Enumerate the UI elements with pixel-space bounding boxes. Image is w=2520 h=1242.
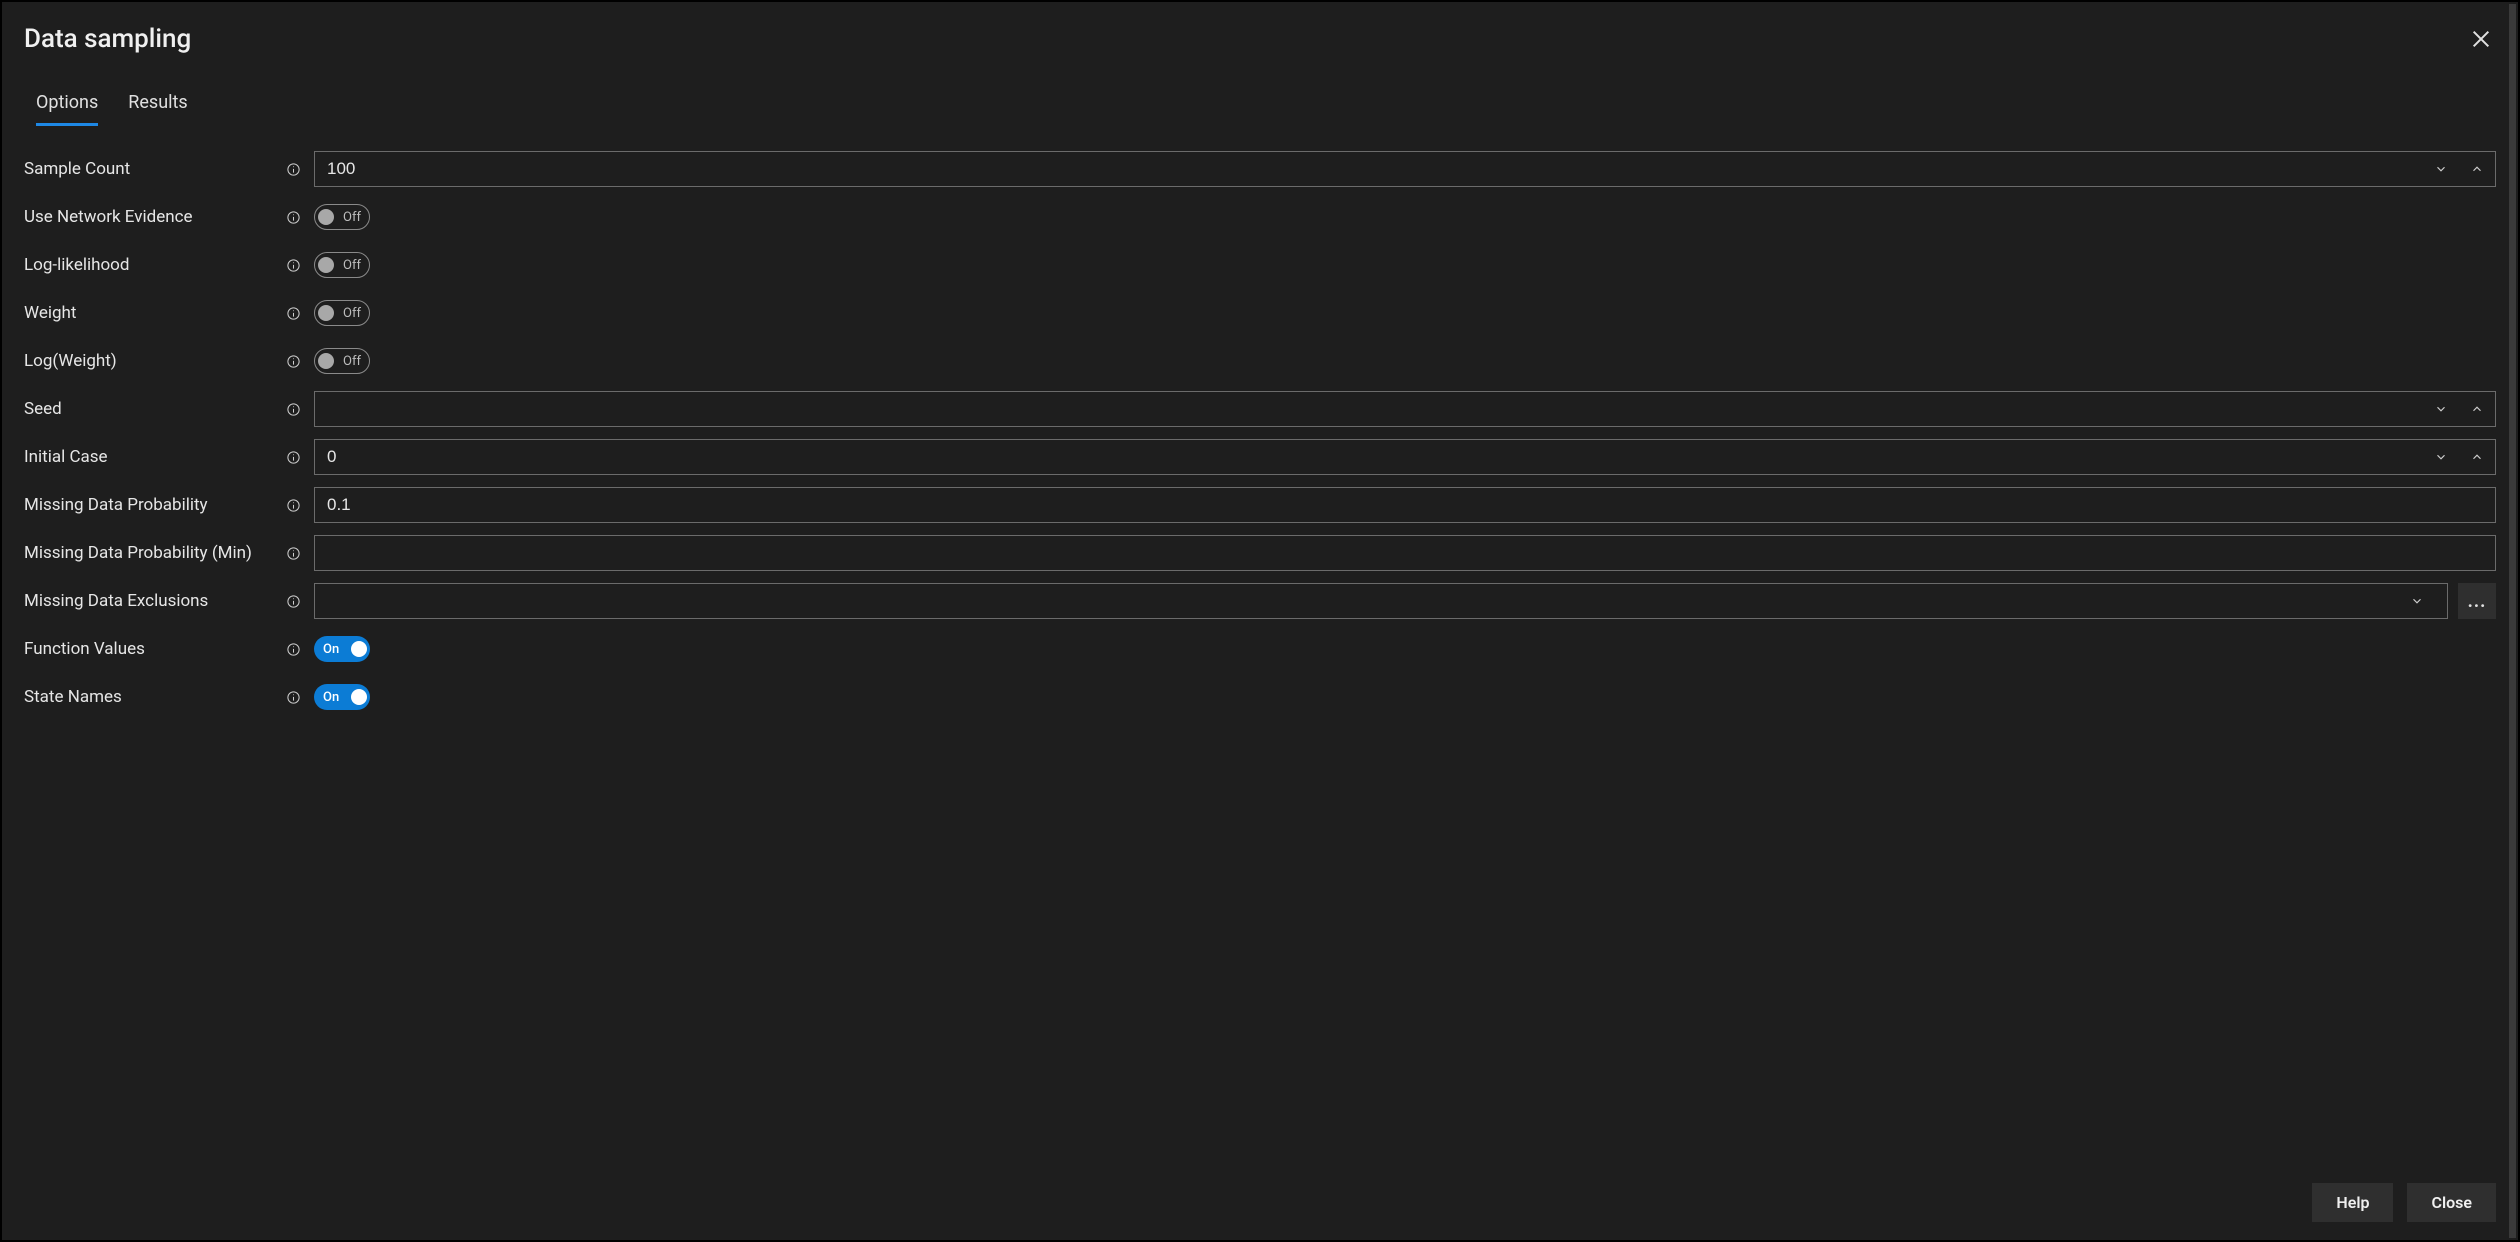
log-likelihood-toggle[interactable]: Off [314,252,370,278]
function-values-label: Function Values [24,639,286,659]
dialog-title: Data sampling [24,24,2496,54]
vertical-scrollbar[interactable] [2509,4,2516,1238]
options-form: Sample Count Use Network Evidence Off [24,146,2496,720]
missing-prob-input[interactable] [315,488,2495,522]
info-icon[interactable] [286,210,314,225]
info-icon[interactable] [286,498,314,513]
missing-exclusions-browse-button[interactable]: ... [2458,583,2496,619]
sample-count-input-wrap [314,151,2496,187]
info-icon[interactable] [286,642,314,657]
state-names-label: State Names [24,687,286,707]
weight-toggle[interactable]: Off [314,300,370,326]
missing-exclusions-dropdown[interactable] [314,583,2448,619]
missing-prob-input-wrap [314,487,2496,523]
weight-label: Weight [24,303,286,323]
close-icon[interactable] [2470,28,2492,55]
missing-exclusions-label: Missing Data Exclusions [24,591,286,611]
log-weight-toggle[interactable]: Off [314,348,370,374]
sample-count-step-up[interactable] [2459,152,2495,186]
missing-prob-min-input[interactable] [315,536,2495,570]
info-icon[interactable] [286,258,314,273]
tab-options[interactable]: Options [36,92,98,126]
initial-case-label: Initial Case [24,447,286,467]
missing-prob-min-input-wrap [314,535,2496,571]
seed-step-down[interactable] [2423,392,2459,426]
state-names-toggle[interactable]: On [314,684,370,710]
info-icon[interactable] [286,594,314,609]
initial-case-step-down[interactable] [2423,440,2459,474]
chevron-down-icon [2399,594,2435,608]
log-likelihood-label: Log-likelihood [24,255,286,275]
initial-case-input[interactable] [315,440,2423,474]
seed-step-up[interactable] [2459,392,2495,426]
seed-input[interactable] [315,392,2423,426]
use-network-evidence-toggle[interactable]: Off [314,204,370,230]
initial-case-step-up[interactable] [2459,440,2495,474]
info-icon[interactable] [286,162,314,177]
function-values-toggle[interactable]: On [314,636,370,662]
info-icon[interactable] [286,546,314,561]
sample-count-label: Sample Count [24,159,286,179]
sample-count-input[interactable] [315,152,2423,186]
help-button[interactable]: Help [2312,1183,2393,1222]
close-button[interactable]: Close [2407,1183,2496,1222]
seed-input-wrap [314,391,2496,427]
use-network-evidence-label: Use Network Evidence [24,207,286,227]
log-weight-label: Log(Weight) [24,351,286,371]
sample-count-step-down[interactable] [2423,152,2459,186]
missing-prob-min-label: Missing Data Probability (Min) [24,543,286,563]
info-icon[interactable] [286,306,314,321]
seed-label: Seed [24,399,286,419]
tab-bar: Options Results [36,92,2496,126]
tab-results[interactable]: Results [128,92,187,126]
data-sampling-dialog: Data sampling Options Results Sample Cou… [0,0,2520,1242]
info-icon[interactable] [286,450,314,465]
initial-case-input-wrap [314,439,2496,475]
dialog-footer: Help Close [2312,1183,2496,1222]
missing-prob-label: Missing Data Probability [24,495,286,515]
info-icon[interactable] [286,402,314,417]
info-icon[interactable] [286,690,314,705]
info-icon[interactable] [286,354,314,369]
